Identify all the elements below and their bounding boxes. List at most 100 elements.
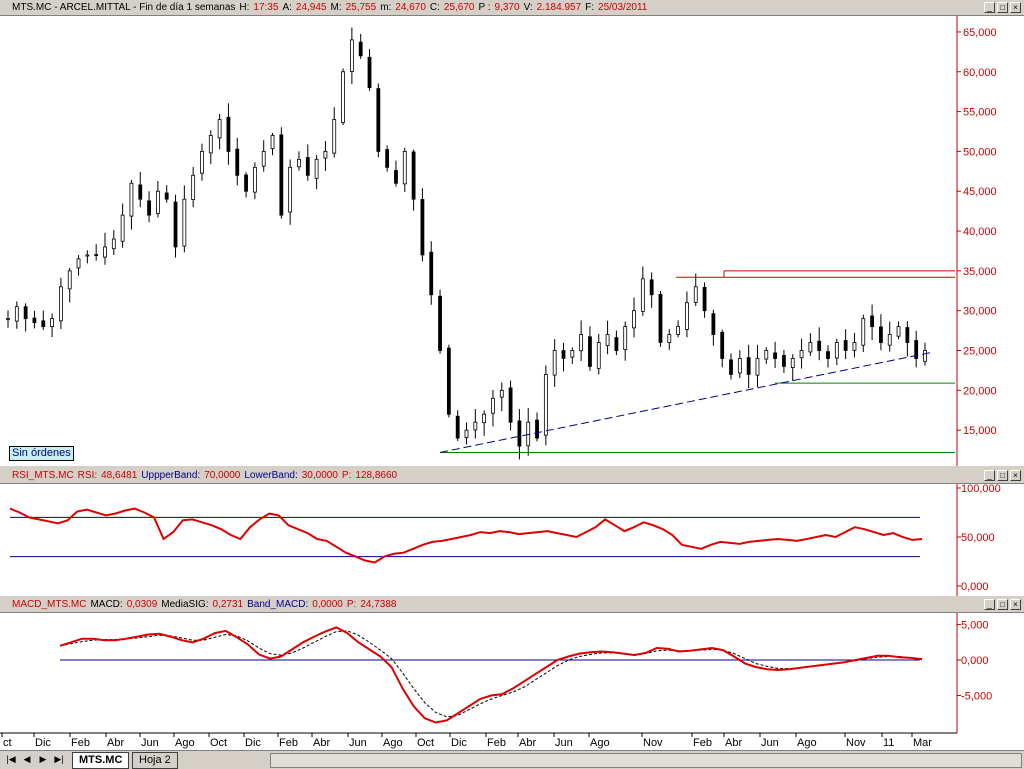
candle-body — [588, 336, 592, 367]
candle-body — [764, 350, 769, 360]
price-tick-label: 50,000 — [963, 146, 997, 158]
candle-body — [164, 192, 169, 200]
macd-line — [59, 626, 923, 724]
x-tick-label: Abr — [519, 737, 536, 749]
rsi-line — [9, 507, 923, 564]
prev-sheet-button[interactable]: ◀ — [20, 753, 34, 766]
first-sheet-button[interactable]: |◀ — [4, 753, 18, 766]
macd-title-part: 0,2731 — [212, 599, 244, 610]
candle-body — [111, 238, 116, 250]
x-tick-label: Feb — [487, 737, 506, 749]
x-tick-label: Jun — [349, 737, 367, 749]
rsi-chart[interactable]: 100,000 50,000 0,000 — [0, 484, 1024, 596]
close-button[interactable]: × — [1010, 2, 1021, 13]
maximize-button[interactable]: □ — [997, 2, 1008, 13]
main-title-part: MTS.MC - ARCEL.MITTAL - Fin de día 1 sem… — [12, 2, 236, 13]
candle-body — [861, 318, 866, 346]
candle-body — [173, 201, 178, 248]
close-button[interactable]: × — [1010, 470, 1021, 481]
candle-body — [32, 317, 37, 324]
candle-body — [446, 347, 451, 415]
rsi-panel: RSI_MTS.MC RSI: 48,6481 UppperBand: 70,0000 L… — [0, 468, 1024, 596]
candle-body — [455, 415, 460, 439]
minimize-button[interactable]: _ — [984, 470, 995, 481]
macd-title-part: 0,0309 — [126, 599, 158, 610]
x-tick-label: Abr — [313, 737, 330, 749]
x-tick-label: ct — [3, 737, 12, 749]
candle-body — [773, 352, 778, 359]
candle-body — [200, 150, 204, 174]
price-tick-label: 20,000 — [963, 385, 997, 397]
rsi-title-part: P: — [341, 470, 352, 481]
minimize-button[interactable]: _ — [984, 2, 995, 13]
rsi-tick-label: 0,000 — [961, 581, 989, 593]
main-title-part: M: — [330, 2, 342, 13]
candle-body — [341, 71, 345, 123]
candle-body — [473, 421, 478, 431]
x-tick-label: Jun — [761, 737, 779, 749]
candle-body — [658, 293, 663, 343]
next-sheet-button[interactable]: ▶ — [36, 753, 50, 766]
maximize-button[interactable]: □ — [997, 599, 1008, 610]
rsi-title-part: 70,0000 — [204, 470, 241, 481]
candle-body — [614, 337, 619, 351]
candle-body — [579, 334, 584, 352]
price-tick-label: 30,000 — [963, 306, 997, 318]
candle-body — [270, 135, 275, 149]
candle-body — [129, 182, 134, 217]
candle-body — [870, 315, 874, 328]
rsi-title-part: LowerBand: — [244, 470, 298, 481]
candle-body — [499, 389, 504, 398]
horizontal-scrollbar[interactable] — [270, 753, 1022, 768]
candle-body — [6, 318, 10, 321]
price-chart[interactable]: 65,000 60,000 55,000 50,000 45,000 40,000 35,0… — [0, 16, 1024, 466]
candle-body — [896, 326, 901, 337]
last-sheet-button[interactable]: ▶| — [52, 753, 66, 766]
tab-hoja-2[interactable]: Hoja 2 — [132, 752, 178, 769]
rsi-title-part: RSI_MTS.MC — [12, 470, 74, 481]
candle-body — [799, 350, 804, 359]
candle-body — [23, 306, 28, 320]
sheet-tab-bar: |◀ ◀ ▶ ▶| MTS.MC Hoja 2 — [0, 750, 1024, 769]
candle-body — [244, 174, 248, 192]
candle-body — [235, 148, 240, 176]
macd-title-part: 24,7388 — [360, 599, 397, 610]
candle-body — [702, 287, 707, 312]
candle-body — [782, 355, 786, 367]
rsi-tick-label: 100,000 — [961, 484, 1001, 495]
candle-body — [570, 350, 575, 358]
candle-body — [67, 270, 72, 290]
maximize-button[interactable]: □ — [997, 470, 1008, 481]
candle-body — [746, 357, 751, 375]
price-tick-label: 60,000 — [963, 67, 997, 79]
rsi-title-part: 30,0000 — [301, 470, 338, 481]
candle-body — [120, 214, 125, 242]
candle-body — [852, 342, 857, 351]
sin-ordenes-badge[interactable]: Sin órdenes — [9, 446, 74, 461]
trendline — [439, 351, 934, 453]
main-title-part: 17:35 — [253, 2, 279, 13]
x-tick-label: Ago — [175, 737, 195, 749]
x-tick-label: Dic — [245, 737, 261, 749]
candle-body — [323, 150, 328, 159]
tab-mts-mc[interactable]: MTS.MC — [72, 752, 130, 769]
macd-title-part: P: — [346, 599, 357, 610]
close-button[interactable]: × — [1010, 599, 1021, 610]
candle-body — [552, 350, 557, 376]
candle-body — [182, 198, 187, 247]
macd-tick-label: 0,000 — [961, 655, 989, 667]
rsi-title-part: 128,8660 — [355, 470, 398, 481]
macd-chart[interactable]: 5,000 0,000 -5,000 ct Dic Feb Abr Jun Ago Oct Dic F… — [0, 613, 1024, 750]
candle-body — [217, 119, 222, 139]
price-tick-label: 35,000 — [963, 266, 997, 278]
candle-body — [367, 56, 372, 89]
candle-body — [923, 350, 927, 362]
rsi-window-buttons: _ □ × — [984, 470, 1021, 481]
x-tick-label: Feb — [279, 737, 298, 749]
candle-body — [535, 419, 539, 439]
candle-body — [155, 190, 160, 214]
minimize-button[interactable]: _ — [984, 599, 995, 610]
candle-body — [208, 135, 213, 154]
macd-title-part: 0,0000 — [312, 599, 343, 610]
x-tick-label: 11 — [883, 737, 894, 749]
